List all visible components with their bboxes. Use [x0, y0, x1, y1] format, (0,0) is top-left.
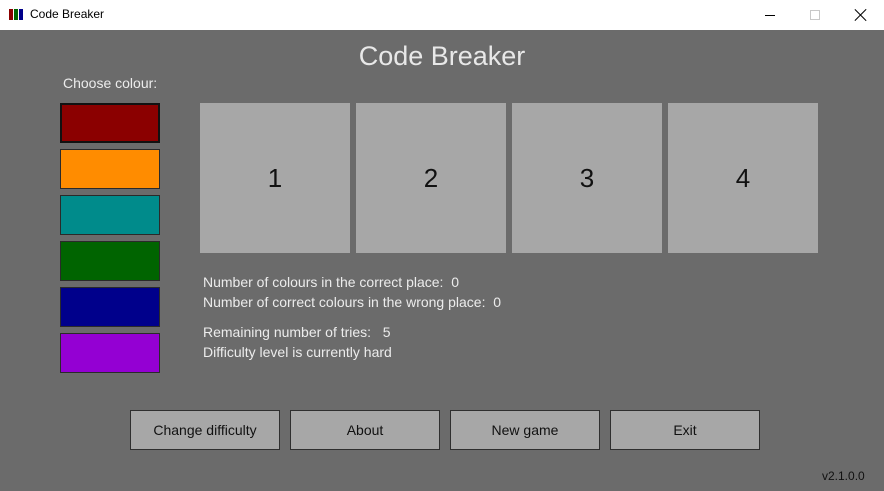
change-difficulty-button[interactable]: Change difficulty — [130, 410, 280, 450]
color-swatch-orange[interactable] — [60, 149, 160, 189]
code-slot-3[interactable]: 3 — [512, 103, 662, 253]
window-title: Code Breaker — [30, 7, 105, 21]
color-swatch-navy[interactable] — [60, 287, 160, 327]
remaining-tries: Remaining number of tries: 5 — [203, 324, 391, 340]
wrong-place-count: Number of correct colours in the wrong p… — [203, 294, 502, 310]
app-icon-stripe-green — [14, 9, 18, 20]
maximize-button[interactable] — [792, 0, 838, 30]
title-bar: Code Breaker — [0, 0, 884, 30]
color-swatch-green[interactable] — [60, 241, 160, 281]
correct-place-count: Number of colours in the correct place: … — [203, 274, 460, 290]
close-button[interactable] — [838, 0, 884, 30]
app-icon-stripe-blue — [19, 9, 23, 20]
code-slot-1[interactable]: 1 — [200, 103, 350, 253]
game-panel: Code Breaker Choose colour: 1 2 3 4 Numb… — [0, 30, 884, 491]
choose-colour-label: Choose colour: — [63, 75, 158, 91]
close-icon — [855, 9, 867, 21]
app-icon-stripe-red — [9, 9, 13, 20]
new-game-button[interactable]: New game — [450, 410, 600, 450]
version-label: v2.1.0.0 — [822, 469, 865, 483]
minimize-icon — [765, 14, 775, 16]
color-swatch-dark-red[interactable] — [60, 103, 160, 143]
maximize-icon — [810, 10, 820, 20]
exit-button[interactable]: Exit — [610, 410, 760, 450]
difficulty-status: Difficulty level is currently hard — [203, 344, 392, 360]
code-slot-2[interactable]: 2 — [356, 103, 506, 253]
code-slot-4[interactable]: 4 — [668, 103, 818, 253]
color-swatch-teal[interactable] — [60, 195, 160, 235]
game-title: Code Breaker — [358, 41, 526, 71]
color-swatch-purple[interactable] — [60, 333, 160, 373]
minimize-button[interactable] — [747, 0, 793, 30]
about-button[interactable]: About — [290, 410, 440, 450]
app-icon — [9, 9, 23, 20]
